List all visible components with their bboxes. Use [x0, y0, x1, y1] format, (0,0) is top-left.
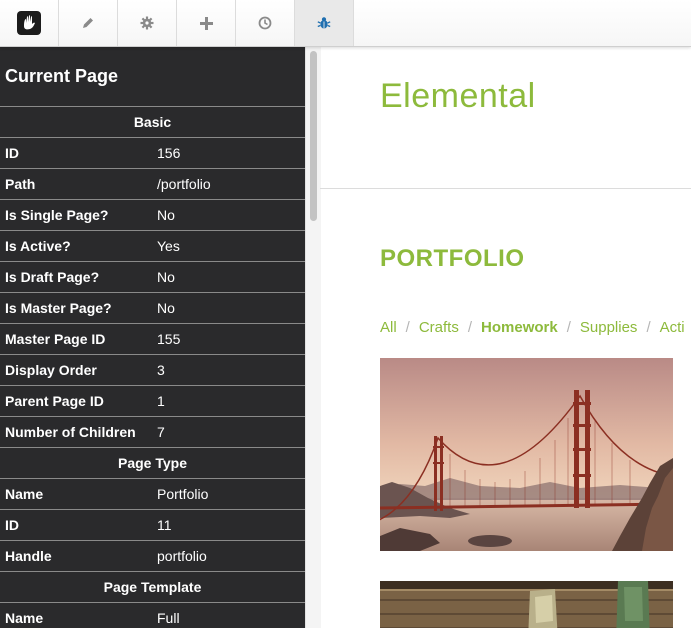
- panel-scrollbar[interactable]: [305, 47, 321, 628]
- property-row: Is Active? Yes: [0, 231, 305, 262]
- history-button[interactable]: [236, 0, 295, 46]
- debug-panel: Current Page Basic ID 156 Path/portfolio …: [0, 47, 305, 628]
- section-header-page-type: Page Type: [0, 448, 305, 479]
- property-value: No: [157, 300, 175, 316]
- gear-icon: [140, 16, 154, 30]
- property-key: Name: [5, 486, 44, 502]
- property-value: Portfolio: [157, 486, 209, 502]
- panel-title: Current Page: [0, 47, 305, 107]
- property-row: Is Master Page? No: [0, 293, 305, 324]
- property-value: 11: [157, 517, 172, 533]
- property-key: Is Draft Page?: [5, 269, 100, 285]
- filter-separator: /: [467, 319, 473, 336]
- property-key: Master Page ID: [5, 331, 106, 347]
- property-row: ID 156: [0, 138, 305, 169]
- plus-icon: [199, 16, 213, 30]
- property-row: Path/portfolio: [0, 169, 305, 200]
- property-value: 155: [157, 331, 181, 347]
- property-key: Parent Page ID: [5, 393, 104, 409]
- property-row: ID 11: [0, 510, 305, 541]
- settings-button[interactable]: [118, 0, 177, 46]
- property-value: Full: [157, 610, 180, 626]
- property-value: 156: [157, 145, 181, 161]
- property-value: 7: [157, 424, 165, 440]
- property-key: Path: [5, 176, 36, 192]
- section-header-page-template: Page Template: [0, 572, 305, 603]
- property-key: Display Order: [5, 362, 97, 378]
- property-key: Is Single Page?: [5, 207, 109, 223]
- property-row: Is Single Page? No: [0, 200, 305, 231]
- property-row: Name Portfolio: [0, 479, 305, 510]
- filter-supplies-link[interactable]: Supplies: [580, 319, 638, 336]
- site-title[interactable]: Elemental: [380, 77, 536, 116]
- add-button[interactable]: [177, 0, 236, 46]
- property-row: Number of Children 7: [0, 417, 305, 448]
- scrollbar-thumb[interactable]: [310, 51, 317, 221]
- filter-separator: /: [646, 319, 651, 336]
- property-row: Is Draft Page? No: [0, 262, 305, 293]
- property-key: Is Master Page?: [5, 300, 112, 316]
- property-row: Name Full: [0, 603, 305, 628]
- header-divider: [320, 188, 691, 189]
- filter-separator: /: [566, 319, 571, 336]
- filter-all-link[interactable]: All: [380, 319, 397, 336]
- portfolio-item-image[interactable]: [380, 358, 673, 551]
- feet-photo: [380, 581, 673, 628]
- filter-separator: /: [405, 319, 410, 336]
- property-key: ID: [5, 517, 19, 533]
- property-value: /portfolio: [157, 176, 211, 192]
- top-toolbar: [0, 0, 691, 47]
- edit-button[interactable]: [59, 0, 118, 46]
- property-key: Number of Children: [5, 424, 136, 440]
- property-value: No: [157, 269, 175, 285]
- property-row: Master Page ID 155: [0, 324, 305, 355]
- page-content: Elemental PORTFOLIO All / Crafts / Homework /…: [320, 47, 691, 628]
- property-key: Handle: [5, 548, 52, 564]
- property-value: Yes: [157, 238, 180, 254]
- concrete-hand-icon: [17, 11, 41, 35]
- property-value: 1: [157, 393, 165, 409]
- page-heading: PORTFOLIO: [380, 245, 525, 272]
- bug-icon: [317, 17, 331, 29]
- logo-button[interactable]: [0, 0, 59, 46]
- property-value: 3: [157, 362, 165, 378]
- property-value: No: [157, 207, 175, 223]
- portfolio-filter-nav: All / Crafts / Homework / Supplies / Acti: [380, 319, 685, 336]
- debug-button[interactable]: [295, 0, 354, 46]
- filter-homework-link[interactable]: Homework: [481, 319, 558, 336]
- property-key: ID: [5, 145, 19, 161]
- portfolio-item-image[interactable]: [380, 581, 673, 628]
- property-key: Is Active?: [5, 238, 71, 254]
- filter-acti-link[interactable]: Acti: [660, 319, 685, 336]
- clock-icon: [258, 16, 272, 30]
- bridge-photo: [380, 358, 673, 551]
- filter-crafts-link[interactable]: Crafts: [419, 319, 459, 336]
- property-row: Parent Page ID 1: [0, 386, 305, 417]
- property-row: Display Order 3: [0, 355, 305, 386]
- pencil-icon: [83, 18, 93, 28]
- section-header-basic: Basic: [0, 107, 305, 138]
- property-row: Handle portfolio: [0, 541, 305, 572]
- property-value: portfolio: [157, 548, 207, 564]
- property-key: Name: [5, 610, 44, 626]
